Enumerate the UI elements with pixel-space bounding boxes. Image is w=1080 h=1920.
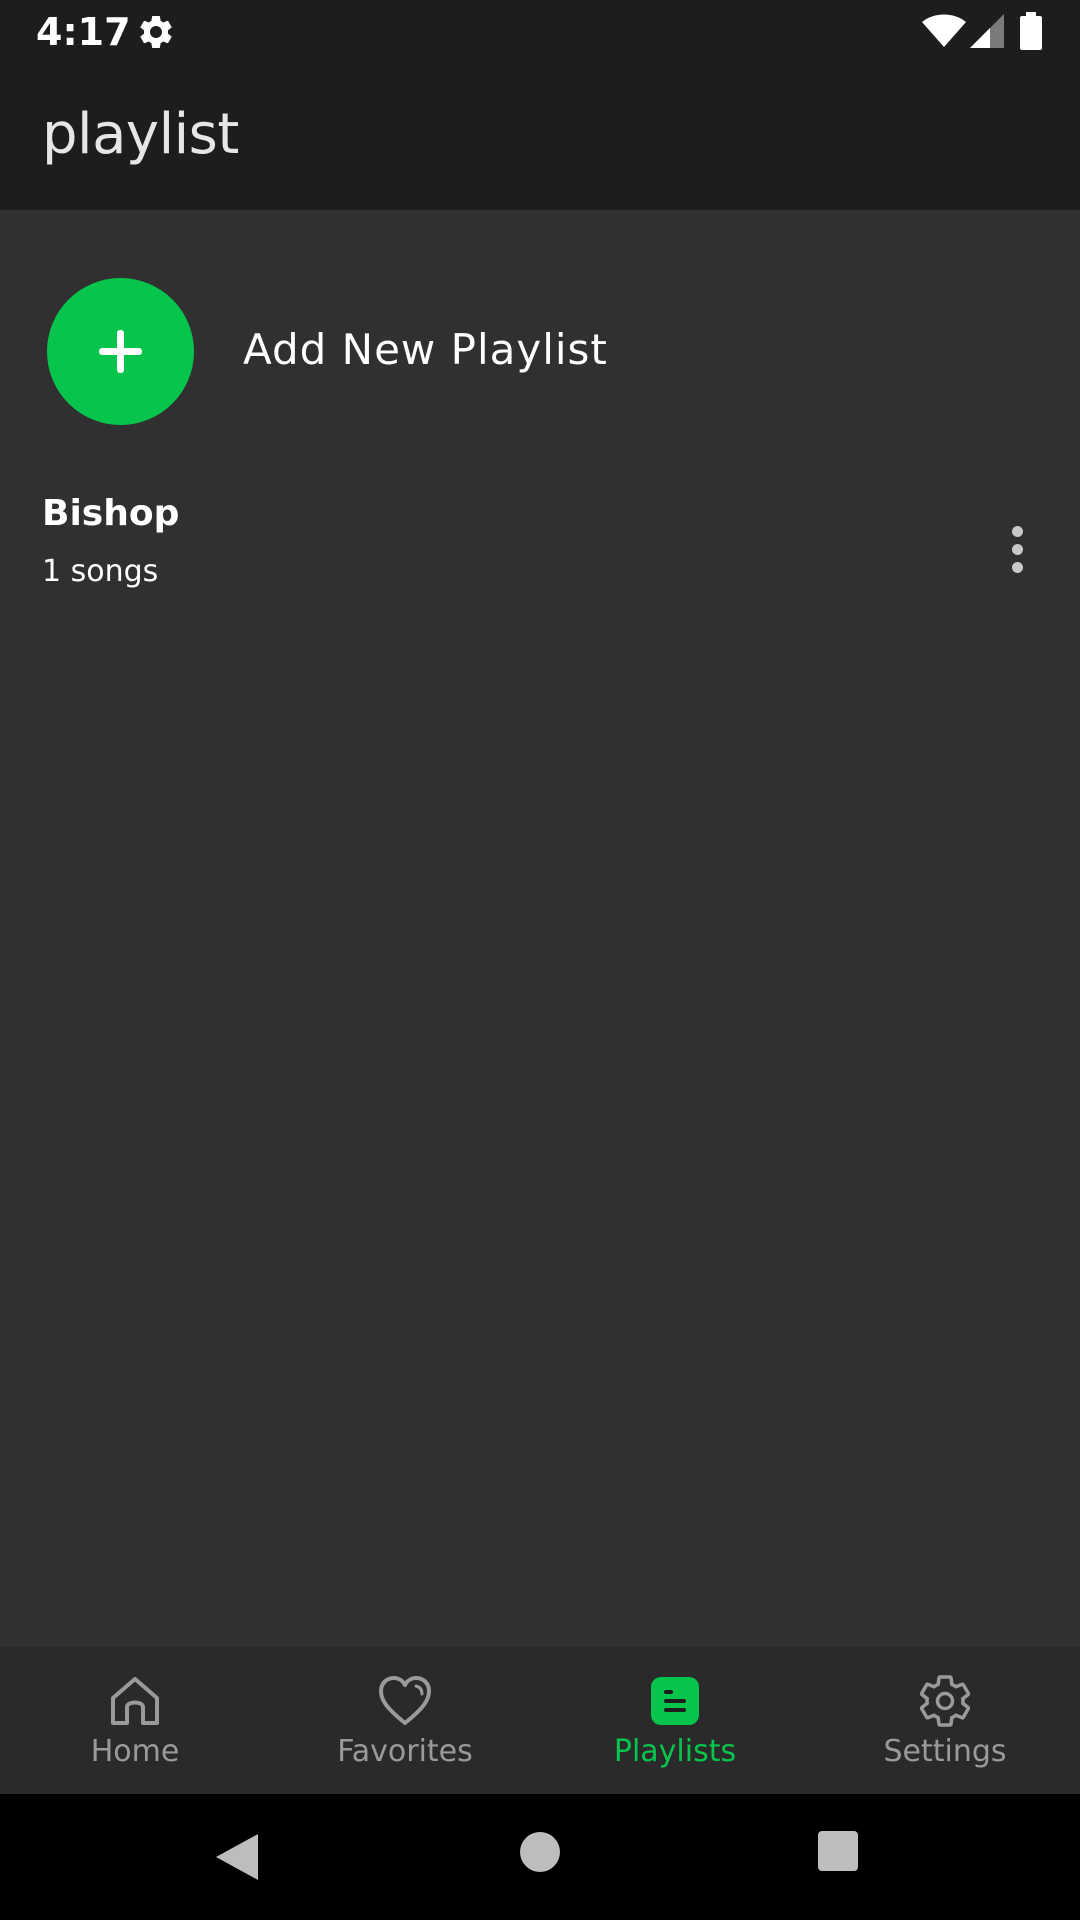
system-navigation-bar xyxy=(0,1794,1080,1920)
playlist-name: Bishop xyxy=(42,493,180,534)
heart-icon xyxy=(379,1676,431,1725)
gear-icon xyxy=(140,15,172,48)
wifi-icon xyxy=(922,14,966,47)
status-time: 4:17 xyxy=(36,10,131,54)
app-bar: playlist xyxy=(0,63,1080,210)
status-bar: 4:17 xyxy=(0,0,1080,63)
screen: 4:17 playlist Add New Playlist Bishop 1 … xyxy=(0,0,1080,1920)
add-playlist-row[interactable]: Add New Playlist xyxy=(0,260,1080,440)
more-options-button[interactable] xyxy=(990,514,1044,584)
nav-label-playlists: Playlists xyxy=(613,1734,737,1769)
battery-icon xyxy=(1020,12,1042,50)
page-title: playlist xyxy=(42,102,239,167)
nav-item-settings[interactable]: Settings xyxy=(810,1647,1080,1794)
home-icon xyxy=(111,1677,159,1725)
bottom-navigation: Home Favorites Playlists Settings xyxy=(0,1647,1080,1794)
playlist-item[interactable]: Bishop 1 songs xyxy=(0,470,1080,620)
gear-icon xyxy=(919,1675,971,1727)
recents-icon[interactable] xyxy=(818,1831,858,1871)
back-icon[interactable] xyxy=(214,1832,260,1882)
signal-icon xyxy=(970,14,1004,48)
add-playlist-button[interactable] xyxy=(47,278,194,425)
playlist-icon xyxy=(651,1677,699,1725)
nav-label-settings: Settings xyxy=(883,1734,1007,1769)
nav-item-home[interactable]: Home xyxy=(0,1647,270,1794)
playlist-song-count: 1 songs xyxy=(42,554,159,589)
nav-item-favorites[interactable]: Favorites xyxy=(270,1647,540,1794)
more-vert-icon xyxy=(1012,526,1023,537)
plus-icon xyxy=(99,330,142,373)
nav-item-playlists[interactable]: Playlists xyxy=(540,1647,810,1794)
add-playlist-label[interactable]: Add New Playlist xyxy=(243,324,608,376)
nav-label-home: Home xyxy=(90,1734,180,1769)
nav-label-favorites: Favorites xyxy=(337,1734,473,1769)
home-circle-icon[interactable] xyxy=(520,1832,560,1872)
